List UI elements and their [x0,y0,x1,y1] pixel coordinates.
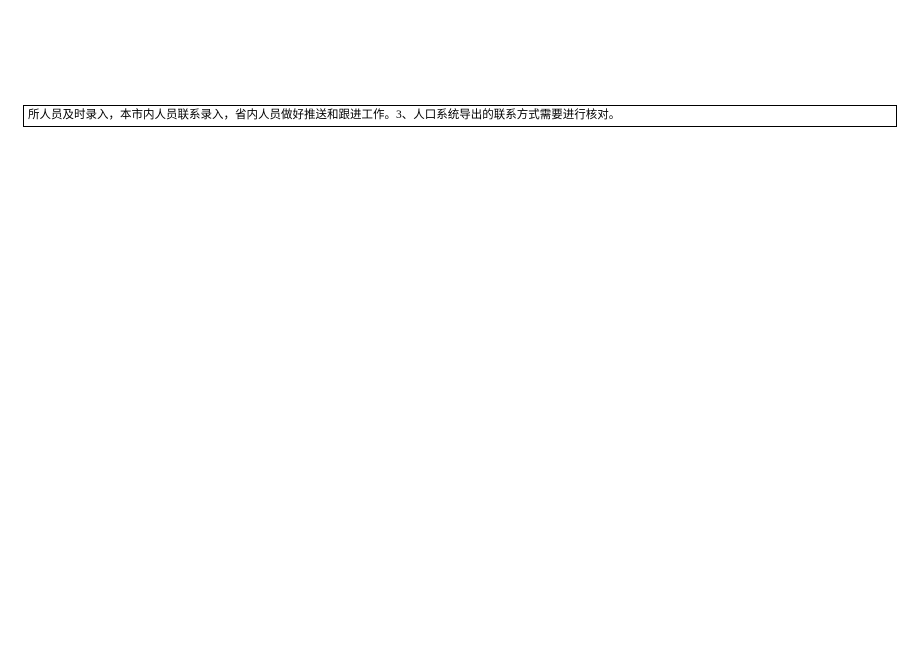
document-text-cell: 所人员及时录入，本市内人员联系录入，省内人员做好推送和跟进工作。3、人口系统导出… [23,105,897,127]
body-text: 所人员及时录入，本市内人员联系录入，省内人员做好推送和跟进工作。3、人口系统导出… [28,109,620,121]
